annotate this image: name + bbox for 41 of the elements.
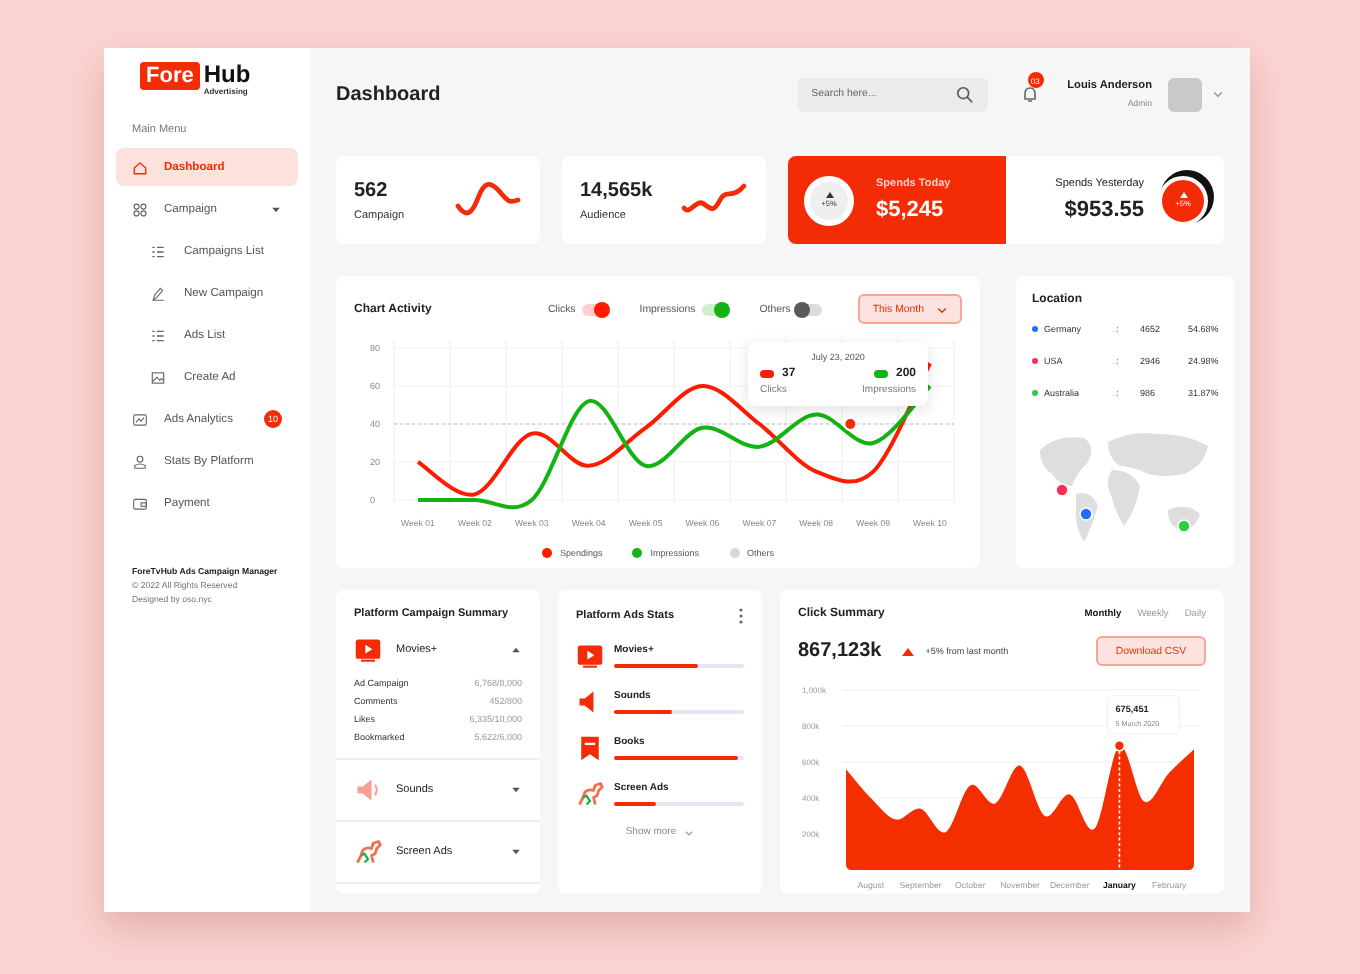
stat-value: 562 [354, 179, 390, 201]
image-icon [150, 369, 166, 385]
bell-icon[interactable] [1019, 84, 1040, 104]
caret-icon[interactable] [510, 644, 522, 656]
horse-icon [576, 780, 604, 808]
chevron-down-icon[interactable] [684, 827, 695, 837]
up-arrow-icon [825, 192, 833, 198]
sparkline [454, 180, 522, 220]
toggle-switch[interactable] [796, 303, 823, 315]
grid-icon [132, 201, 148, 217]
caret-icon[interactable] [510, 846, 522, 858]
bookmark-icon [576, 734, 604, 762]
caret-icon[interactable] [270, 203, 282, 215]
play-icon [354, 636, 382, 664]
spend-value: $953.55 [1064, 198, 1144, 222]
chart-icon [132, 411, 148, 427]
spend-value: $5,245 [876, 198, 946, 222]
logo-text: Hub [203, 62, 251, 86]
list-icon [150, 327, 166, 343]
stat-value: 14,565k [580, 179, 653, 201]
horse-icon [354, 838, 382, 866]
caret-icon[interactable] [510, 784, 522, 796]
up-arrow-icon [1179, 192, 1187, 198]
toggle-switch[interactable] [701, 303, 728, 315]
toggle-switch[interactable] [581, 303, 608, 315]
home-icon [132, 159, 148, 175]
search-icon[interactable] [955, 85, 974, 103]
data-point-marker [843, 417, 858, 431]
up-arrow-icon [901, 647, 914, 655]
wallet-icon [132, 495, 148, 511]
chevron-down-icon[interactable] [936, 303, 948, 315]
chevron-down-icon[interactable] [1212, 88, 1224, 100]
page-title: Dashboard [336, 83, 441, 105]
list-icon [150, 243, 166, 259]
more-options-icon[interactable] [738, 608, 744, 624]
logo-mark: Fore [140, 62, 200, 90]
pencil-icon [150, 285, 166, 301]
play-icon [576, 642, 604, 670]
total-clicks: 867,123k [798, 640, 882, 662]
person-icon [132, 453, 148, 469]
speaker-icon [354, 776, 382, 804]
